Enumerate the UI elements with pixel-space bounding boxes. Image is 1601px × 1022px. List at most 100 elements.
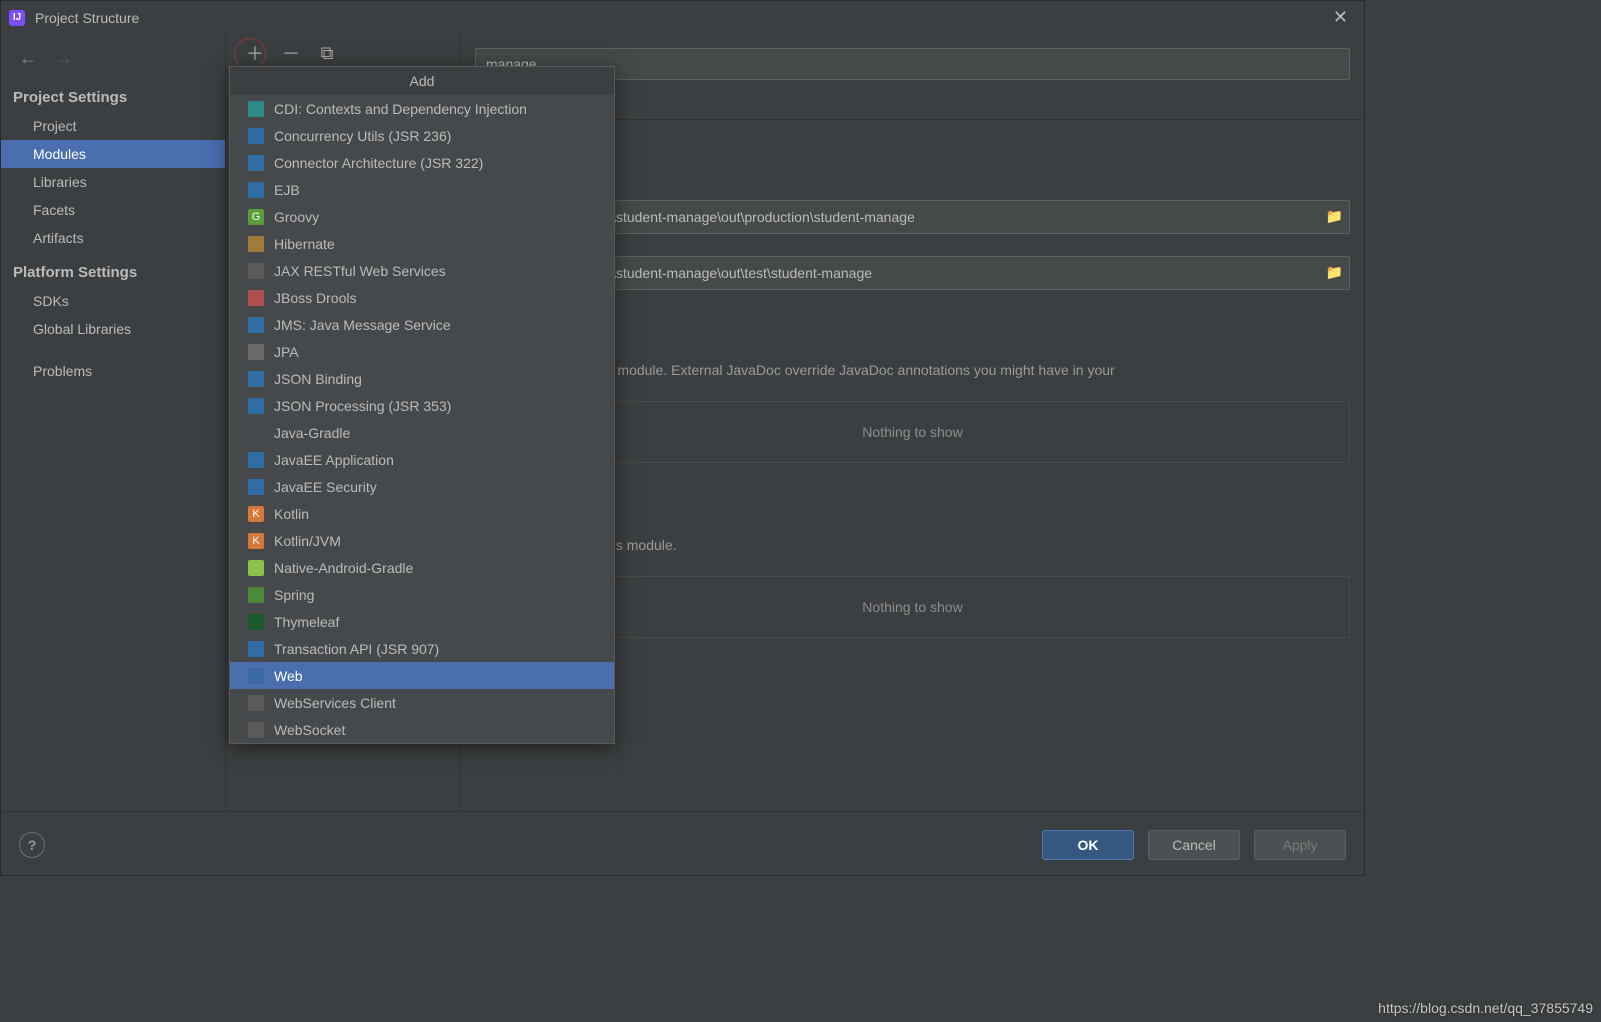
- menu-item-label: WebSocket: [274, 722, 345, 738]
- menu-item-javaee-application[interactable]: JavaEE Application: [230, 446, 614, 473]
- framework-icon: [248, 128, 264, 144]
- framework-icon: [248, 560, 264, 576]
- framework-icon: [248, 155, 264, 171]
- app-icon: IJ: [9, 10, 25, 26]
- back-icon[interactable]: ←: [19, 48, 37, 69]
- menu-item-thymeleaf[interactable]: Thymeleaf: [230, 608, 614, 635]
- framework-icon: [248, 587, 264, 603]
- menu-item-label: JavaEE Security: [274, 479, 377, 495]
- cancel-button[interactable]: Cancel: [1148, 830, 1240, 860]
- sidebar-item-libraries[interactable]: Libraries: [1, 168, 225, 196]
- menu-item-javaee-security[interactable]: JavaEE Security: [230, 473, 614, 500]
- framework-icon: [248, 398, 264, 414]
- menu-item-label: JSON Processing (JSR 353): [274, 398, 451, 414]
- menu-item-native-android-gradle[interactable]: Native-Android-Gradle: [230, 554, 614, 581]
- menu-item-java-gradle[interactable]: Java-Gradle: [230, 419, 614, 446]
- menu-item-label: Hibernate: [274, 236, 335, 252]
- menu-item-kotlin[interactable]: K Kotlin: [230, 500, 614, 527]
- menu-item-jpa[interactable]: JPA: [230, 338, 614, 365]
- sidebar-item-artifacts[interactable]: Artifacts: [1, 224, 225, 252]
- framework-icon: [248, 641, 264, 657]
- project-structure-dialog: IJ Project Structure ✕ ← → Project Setti…: [0, 0, 1365, 876]
- menu-item-label: JBoss Drools: [274, 290, 356, 306]
- framework-icon: [248, 479, 264, 495]
- ok-button[interactable]: OK: [1042, 830, 1134, 860]
- window-title: Project Structure: [35, 10, 139, 26]
- copy-icon[interactable]: ⧉: [318, 44, 336, 62]
- menu-item-label: Kotlin: [274, 506, 309, 522]
- test-output-path-input[interactable]: E:\java\project\student-manage\out\test\…: [512, 256, 1350, 290]
- menu-item-label: WebServices Client: [274, 695, 396, 711]
- forward-icon[interactable]: →: [55, 48, 73, 69]
- sidebar-item-problems[interactable]: Problems: [1, 357, 225, 385]
- framework-icon: K: [248, 506, 264, 522]
- framework-icon: [248, 101, 264, 117]
- menu-item-label: JPA: [274, 344, 299, 360]
- menu-item-web[interactable]: Web: [230, 662, 614, 689]
- menu-item-json-binding[interactable]: JSON Binding: [230, 365, 614, 392]
- menu-item-connector-architecture-jsr-322[interactable]: Connector Architecture (JSR 322): [230, 149, 614, 176]
- framework-icon: [248, 722, 264, 738]
- framework-icon: [248, 371, 264, 387]
- remove-icon[interactable]: －: [282, 44, 300, 62]
- browse-folder-icon[interactable]: 📁: [1326, 264, 1343, 281]
- sidebar-heading-project-settings: Project Settings: [1, 77, 225, 112]
- framework-icon: [248, 695, 264, 711]
- menu-item-websocket[interactable]: WebSocket: [230, 716, 614, 743]
- menu-item-ejb[interactable]: EJB: [230, 176, 614, 203]
- menu-item-label: Native-Android-Gradle: [274, 560, 413, 576]
- dialog-footer: ? OK Cancel Apply: [1, 811, 1364, 877]
- framework-icon: G: [248, 209, 264, 225]
- help-icon[interactable]: ?: [19, 832, 45, 858]
- menu-item-cdi-contexts-and-dependency-injection[interactable]: CDI: Contexts and Dependency Injection: [230, 95, 614, 122]
- menu-item-label: EJB: [274, 182, 300, 198]
- menu-item-groovy[interactable]: G Groovy: [230, 203, 614, 230]
- framework-icon: [248, 452, 264, 468]
- framework-icon: [248, 425, 264, 441]
- framework-icon: [248, 182, 264, 198]
- menu-item-json-processing-jsr-353[interactable]: JSON Processing (JSR 353): [230, 392, 614, 419]
- menu-item-label: JavaEE Application: [274, 452, 394, 468]
- menu-item-label: Spring: [274, 587, 314, 603]
- menu-item-transaction-api-jsr-907[interactable]: Transaction API (JSR 907): [230, 635, 614, 662]
- menu-item-label: JAX RESTful Web Services: [274, 263, 446, 279]
- framework-icon: [248, 344, 264, 360]
- menu-item-webservices-client[interactable]: WebServices Client: [230, 689, 614, 716]
- add-icon[interactable]: ＋: [246, 44, 264, 62]
- menu-item-label: Kotlin/JVM: [274, 533, 341, 549]
- menu-item-label: JMS: Java Message Service: [274, 317, 451, 333]
- menu-item-label: Concurrency Utils (JSR 236): [274, 128, 451, 144]
- menu-item-jms-java-message-service[interactable]: JMS: Java Message Service: [230, 311, 614, 338]
- framework-icon: [248, 236, 264, 252]
- sidebar: ← → Project Settings ProjectModulesLibra…: [1, 34, 226, 811]
- framework-icon: [248, 290, 264, 306]
- sidebar-item-modules[interactable]: Modules: [1, 140, 225, 168]
- close-icon[interactable]: ✕: [1325, 5, 1356, 30]
- sidebar-item-facets[interactable]: Facets: [1, 196, 225, 224]
- menu-item-label: Thymeleaf: [274, 614, 339, 630]
- menu-item-label: Connector Architecture (JSR 322): [274, 155, 483, 171]
- add-framework-menu: Add CDI: Contexts and Dependency Injecti…: [229, 66, 615, 744]
- menu-item-jax-restful-web-services[interactable]: JAX RESTful Web Services: [230, 257, 614, 284]
- output-path-input[interactable]: E:\java\project\student-manage\out\produ…: [512, 200, 1350, 234]
- menu-item-hibernate[interactable]: Hibernate: [230, 230, 614, 257]
- menu-item-kotlin-jvm[interactable]: K Kotlin/JVM: [230, 527, 614, 554]
- menu-item-label: Groovy: [274, 209, 319, 225]
- menu-item-jboss-drools[interactable]: JBoss Drools: [230, 284, 614, 311]
- browse-folder-icon[interactable]: 📁: [1326, 208, 1343, 225]
- apply-button[interactable]: Apply: [1254, 830, 1346, 860]
- watermark: https://blog.csdn.net/qq_37855749: [1378, 1000, 1593, 1016]
- menu-item-label: JSON Binding: [274, 371, 362, 387]
- titlebar: IJ Project Structure ✕: [1, 1, 1364, 34]
- framework-icon: [248, 614, 264, 630]
- sidebar-item-global-libraries[interactable]: Global Libraries: [1, 315, 225, 343]
- framework-icon: [248, 668, 264, 684]
- framework-icon: [248, 317, 264, 333]
- menu-item-spring[interactable]: Spring: [230, 581, 614, 608]
- sidebar-item-project[interactable]: Project: [1, 112, 225, 140]
- menu-item-label: Java-Gradle: [274, 425, 350, 441]
- framework-icon: [248, 263, 264, 279]
- sidebar-item-sdks[interactable]: SDKs: [1, 287, 225, 315]
- framework-icon: K: [248, 533, 264, 549]
- menu-item-concurrency-utils-jsr-236[interactable]: Concurrency Utils (JSR 236): [230, 122, 614, 149]
